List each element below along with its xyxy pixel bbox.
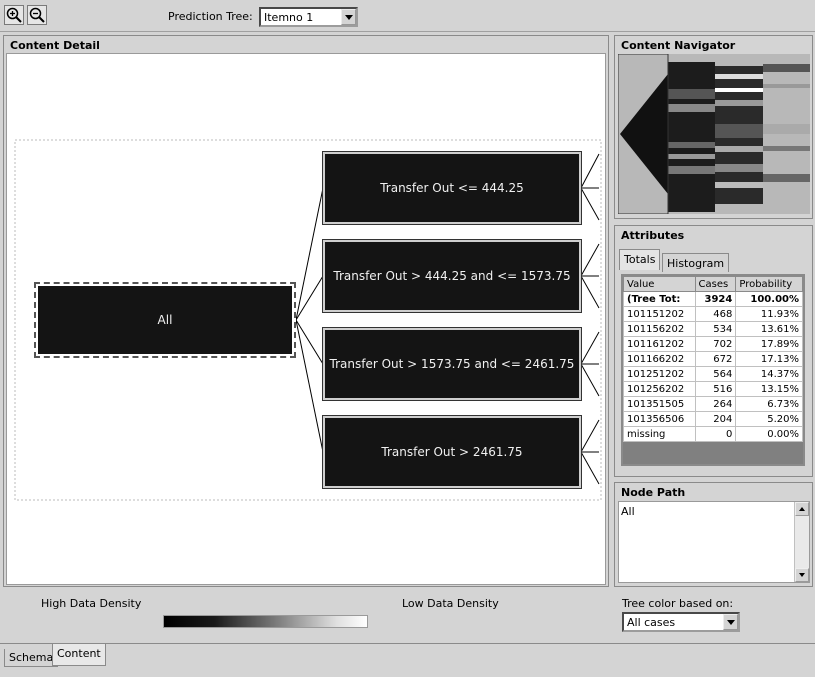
toolbar: Prediction Tree: Itemno 1 (0, 0, 815, 32)
table-row[interactable]: (Tree Tot: 3924 100.00% (623, 291, 803, 307)
tab-schema[interactable]: Schema (4, 649, 59, 667)
dropdown-button[interactable] (723, 614, 738, 630)
cell-cases: 516 (694, 381, 737, 397)
scrollbar[interactable] (794, 502, 809, 582)
prediction-tree-select[interactable]: Itemno 1 (259, 7, 358, 27)
cell-probability: 0.00% (735, 426, 803, 442)
chevron-up-icon (799, 507, 805, 511)
content-navigator-title: Content Navigator (615, 36, 812, 53)
tree-node[interactable]: Transfer Out > 444.25 and <= 1573.75 (322, 239, 582, 313)
zoom-out-icon (29, 7, 45, 23)
cell-probability: 100.00% (735, 291, 803, 307)
tab-content[interactable]: Content (52, 644, 106, 666)
table-row[interactable]: 101351505 264 6.73% (623, 396, 803, 412)
high-density-label: High Data Density (41, 597, 142, 610)
content-navigator-panel: Content Navigator (614, 35, 813, 219)
cell-probability: 13.61% (735, 321, 803, 337)
column-header-cases[interactable]: Cases (694, 276, 737, 292)
table-row[interactable]: 101256202 516 13.15% (623, 381, 803, 397)
zoom-in-icon (6, 7, 22, 23)
prediction-tree-label: Prediction Tree: (168, 10, 253, 23)
cell-probability: 5.20% (735, 411, 803, 427)
cell-value: 101351505 (623, 396, 696, 412)
cell-value: 101256202 (623, 381, 696, 397)
attributes-table: Value Cases Probability (Tree Tot: 3924 … (621, 274, 805, 466)
tree-node[interactable]: Transfer Out > 2461.75 (322, 415, 582, 489)
cell-value: 101156202 (623, 321, 696, 337)
attributes-panel: Attributes Totals Histogram Value Cases … (614, 225, 813, 477)
cell-cases: 468 (694, 306, 737, 322)
tree-canvas[interactable]: All Transfer Out <= 444.25 Transfer Out … (6, 53, 606, 585)
view-tabs: Schema Content (0, 643, 815, 677)
cell-cases: 534 (694, 321, 737, 337)
navigator-minimap[interactable] (618, 54, 810, 214)
cell-value: 101166202 (623, 351, 696, 367)
cell-probability: 17.13% (735, 351, 803, 367)
cell-probability: 11.93% (735, 306, 803, 322)
node-path-panel: Node Path All (614, 482, 813, 587)
table-row[interactable]: 101151202 468 11.93% (623, 306, 803, 322)
zoom-out-button[interactable] (27, 5, 47, 25)
cell-value: 101161202 (623, 336, 696, 352)
cell-cases: 204 (694, 411, 737, 427)
prediction-tree-value: Itemno 1 (264, 11, 314, 24)
cell-probability: 17.89% (735, 336, 803, 352)
zoom-in-button[interactable] (4, 5, 24, 25)
cell-probability: 14.37% (735, 366, 803, 382)
chevron-down-icon (344, 14, 353, 20)
tab-totals[interactable]: Totals (619, 249, 661, 270)
table-row[interactable]: 101356506 204 5.20% (623, 411, 803, 427)
cell-cases: 3924 (694, 291, 737, 307)
edge-line (295, 187, 324, 321)
attributes-title: Attributes (615, 226, 812, 243)
table-row[interactable]: 101156202 534 13.61% (623, 321, 803, 337)
cell-cases: 564 (694, 366, 737, 382)
scroll-up-button[interactable] (795, 502, 809, 516)
edge-line (295, 319, 324, 453)
cell-probability: 6.73% (735, 396, 803, 412)
column-header-value[interactable]: Value (623, 276, 696, 292)
cell-value: 101251202 (623, 366, 696, 382)
dropdown-button[interactable] (341, 9, 356, 25)
minimap-graphic (618, 54, 810, 214)
cell-cases: 264 (694, 396, 737, 412)
tree-node[interactable]: Transfer Out > 1573.75 and <= 2461.75 (322, 327, 582, 401)
content-detail-panel: Content Detail All Transfer Out <= 444.2… (3, 35, 609, 587)
node-path-title: Node Path (615, 483, 812, 500)
cell-value: missing (623, 426, 696, 442)
table-row[interactable]: missing 0 0.00% (623, 426, 803, 442)
child-stubs (580, 153, 600, 485)
cell-cases: 672 (694, 351, 737, 367)
node-path-value: All (621, 505, 635, 518)
table-row[interactable]: 101166202 672 17.13% (623, 351, 803, 367)
table-row[interactable]: 101161202 702 17.89% (623, 336, 803, 352)
cell-value: (Tree Tot: (623, 291, 696, 307)
tree-node[interactable]: Transfer Out <= 444.25 (322, 151, 582, 225)
cell-value: 101151202 (623, 306, 696, 322)
cell-value: 101356506 (623, 411, 696, 427)
tree-node-root[interactable]: All (34, 282, 296, 358)
content-detail-title: Content Detail (4, 36, 608, 53)
chevron-down-icon (726, 619, 735, 625)
density-gradient (163, 615, 368, 628)
node-path-box[interactable]: All (618, 501, 810, 583)
tree-color-value: All cases (627, 616, 676, 629)
column-header-probability[interactable]: Probability (735, 276, 803, 292)
tab-histogram[interactable]: Histogram (662, 253, 730, 272)
cell-cases: 0 (694, 426, 737, 442)
cell-probability: 13.15% (735, 381, 803, 397)
low-density-label: Low Data Density (402, 597, 499, 610)
cell-cases: 702 (694, 336, 737, 352)
scroll-down-button[interactable] (795, 568, 809, 582)
tree-color-select[interactable]: All cases (622, 612, 740, 632)
chevron-down-icon (799, 573, 805, 577)
table-row[interactable]: 101251202 564 14.37% (623, 366, 803, 382)
tree-color-label: Tree color based on: (622, 597, 734, 610)
